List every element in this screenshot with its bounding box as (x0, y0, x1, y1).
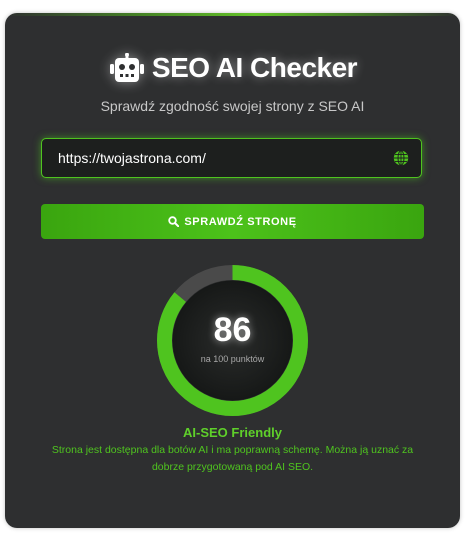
app-title: SEO AI Checker (151, 52, 358, 83)
check-page-button[interactable]: SPRAWDŹ STRONĘ (41, 204, 424, 239)
top-glow-line (5, 13, 460, 16)
app-subtitle: Sprawdź zgodność swojej strony z SEO AI (100, 98, 365, 114)
status-title: AI-SEO Friendly (183, 425, 282, 440)
check-page-button-label: SPRAWDŹ STRONĘ (184, 215, 297, 228)
score-value: 86 (213, 311, 252, 349)
status-description: Strona jest dostępna dla botów AI i ma p… (51, 444, 414, 473)
checker-card: SEO AI Checker Sprawdź zgodność swojej s… (5, 13, 460, 528)
score-gauge: 86 na 100 punktów (155, 263, 310, 418)
score-caption: na 100 punktów (200, 354, 265, 364)
robot-icon (108, 51, 146, 85)
url-input[interactable] (42, 149, 393, 167)
url-input-wrapper (41, 138, 422, 178)
globe-icon (393, 150, 409, 166)
search-icon (168, 216, 180, 228)
app-header: SEO AI Checker (5, 51, 460, 85)
